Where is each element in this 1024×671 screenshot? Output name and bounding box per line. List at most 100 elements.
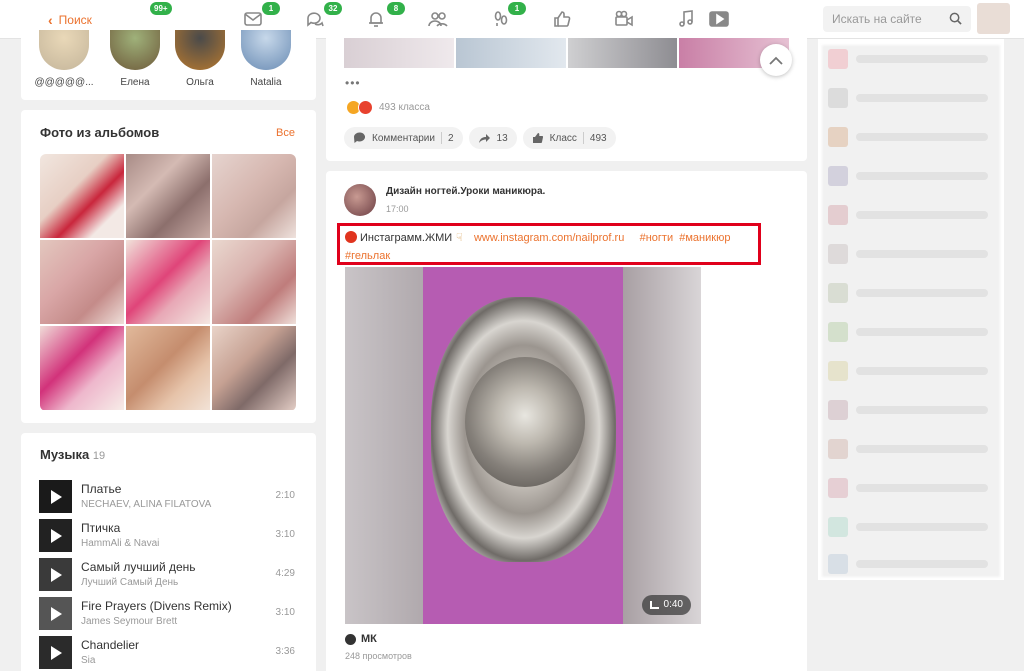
sidebar-item[interactable] [828, 127, 988, 147]
sidebar-item[interactable] [828, 205, 988, 225]
search-input[interactable] [823, 6, 943, 32]
track-cover[interactable] [39, 636, 72, 669]
track-title: Chandelier [81, 638, 140, 652]
albums-all-link[interactable]: Все [276, 127, 295, 139]
track-artist[interactable]: NECHAEV, ALINA FILATOVA [81, 499, 211, 510]
more-options-dots[interactable]: ••• [345, 76, 361, 90]
friend-item[interactable]: Ольга [170, 30, 230, 88]
album-photo[interactable] [40, 326, 124, 410]
notifications-bell-icon[interactable] [365, 8, 387, 30]
music-track[interactable]: Fire Prayers (Divens Remix) James Seymou… [39, 597, 299, 631]
friends-icon[interactable] [427, 8, 449, 30]
hashtag-link[interactable]: #ногти [640, 232, 674, 244]
video-camera-icon[interactable] [613, 8, 635, 30]
sidebar-item-icon [828, 322, 848, 342]
share-count: 13 [496, 132, 508, 144]
class-like-button[interactable]: Класс 493 [522, 127, 616, 149]
heart-reaction-icon [358, 100, 373, 115]
music-note-icon[interactable] [675, 8, 697, 30]
instagram-link[interactable]: www.instagram.com/nailprof.ru [474, 232, 624, 244]
track-cover[interactable] [39, 597, 72, 630]
track-cover[interactable] [39, 558, 72, 591]
reactions-summary[interactable]: 493 класса [346, 100, 430, 115]
friend-item[interactable]: Natalia [236, 30, 296, 88]
sidebar-item[interactable] [828, 88, 988, 108]
likes-thumb-up-icon[interactable] [551, 8, 573, 30]
music-track[interactable]: Chandelier Sia 3:36 [39, 636, 299, 670]
scroll-up-button[interactable] [760, 44, 792, 76]
sidebar-item[interactable] [828, 322, 988, 342]
sidebar-item[interactable] [828, 478, 988, 498]
sidebar-item-icon [828, 517, 848, 537]
sidebar-item[interactable] [828, 283, 988, 303]
sidebar-item-icon [828, 361, 848, 381]
friend-name: Елена [120, 77, 150, 88]
album-photo[interactable] [126, 240, 210, 324]
album-photo[interactable] [40, 240, 124, 324]
sidebar-item-placeholder [856, 94, 988, 102]
track-duration: 2:10 [275, 490, 295, 501]
post-video[interactable]: 0:40 [345, 267, 701, 624]
comments-button[interactable]: Комментарии 2 [344, 127, 463, 149]
sidebar-item[interactable] [828, 361, 988, 381]
album-photo[interactable] [40, 154, 124, 238]
discussions-icon[interactable] [304, 8, 326, 30]
music-track[interactable]: Птичка HammAli & Navai 3:10 [39, 519, 299, 553]
album-photo[interactable] [212, 326, 296, 410]
music-track[interactable]: Платье NECHAEV, ALINA FILATOVA 2:10 [39, 480, 299, 514]
sidebar-item-icon [828, 400, 848, 420]
track-cover[interactable] [39, 480, 72, 513]
sidebar-item-placeholder [856, 523, 988, 531]
track-title: Птичка [81, 521, 121, 535]
post-text: Инстаграмм.ЖМИ ☟ www.instagram.com/nailpr… [345, 229, 757, 265]
sidebar-item-placeholder [856, 560, 988, 568]
album-photo[interactable] [212, 240, 296, 324]
search-icon[interactable] [949, 12, 962, 25]
sidebar-item[interactable] [828, 554, 988, 574]
track-artist[interactable]: James Seymour Brett [81, 616, 177, 627]
post-actions: Комментарии 2 13 Класс 493 [344, 127, 616, 149]
back-to-search-link[interactable]: ‹ Поиск [48, 12, 92, 28]
user-avatar[interactable] [977, 3, 1010, 34]
post-photo[interactable] [567, 38, 678, 68]
sidebar-item[interactable] [828, 439, 988, 459]
messages-icon[interactable] [242, 8, 264, 30]
post-author[interactable]: МК [345, 633, 377, 645]
group-name[interactable]: Дизайн ногтей.Уроки маникюра. [386, 186, 545, 197]
track-artist[interactable]: HammAli & Navai [81, 538, 159, 549]
friend-item[interactable]: @@@@@... [34, 30, 94, 88]
thumb-up-icon [532, 133, 543, 143]
album-photo[interactable] [126, 326, 210, 410]
track-title: Fire Prayers (Divens Remix) [81, 599, 232, 613]
sidebar-item-placeholder [856, 328, 988, 336]
post-photo[interactable] [344, 38, 454, 68]
photo-albums-widget: Фото из альбомов Все [21, 110, 316, 423]
sidebar-item[interactable] [828, 517, 988, 537]
sidebar-item[interactable] [828, 166, 988, 186]
sidebar-item[interactable] [828, 400, 988, 420]
group-avatar[interactable] [344, 184, 376, 216]
music-title: Музыка 19 [40, 447, 105, 462]
sidebar-item-placeholder [856, 367, 988, 375]
friend-item[interactable]: Елена [105, 30, 165, 88]
sidebar-item[interactable] [828, 49, 988, 69]
sidebar-item-placeholder [856, 445, 988, 453]
video-play-icon[interactable] [708, 8, 730, 30]
site-search-field[interactable] [823, 6, 971, 32]
post-photo[interactable] [455, 38, 566, 68]
chevron-left-icon: ‹ [48, 12, 53, 28]
share-button[interactable]: 13 [468, 127, 517, 149]
hashtag-link[interactable]: #маникюр [679, 232, 730, 244]
hashtag-link[interactable]: #гельлак [345, 250, 390, 262]
music-track[interactable]: Самый лучший день Лучший Самый День 4:29 [39, 558, 299, 592]
album-photo[interactable] [212, 154, 296, 238]
sidebar-item[interactable] [828, 244, 988, 264]
album-photo[interactable] [126, 154, 210, 238]
sidebar-item-placeholder [856, 211, 988, 219]
track-artist[interactable]: Лучший Самый День [81, 577, 178, 588]
video-duration-badge: 0:40 [641, 595, 691, 615]
track-cover[interactable] [39, 519, 72, 552]
sidebar-item-icon [828, 478, 848, 498]
author-name: МК [361, 633, 377, 645]
track-artist[interactable]: Sia [81, 655, 95, 666]
